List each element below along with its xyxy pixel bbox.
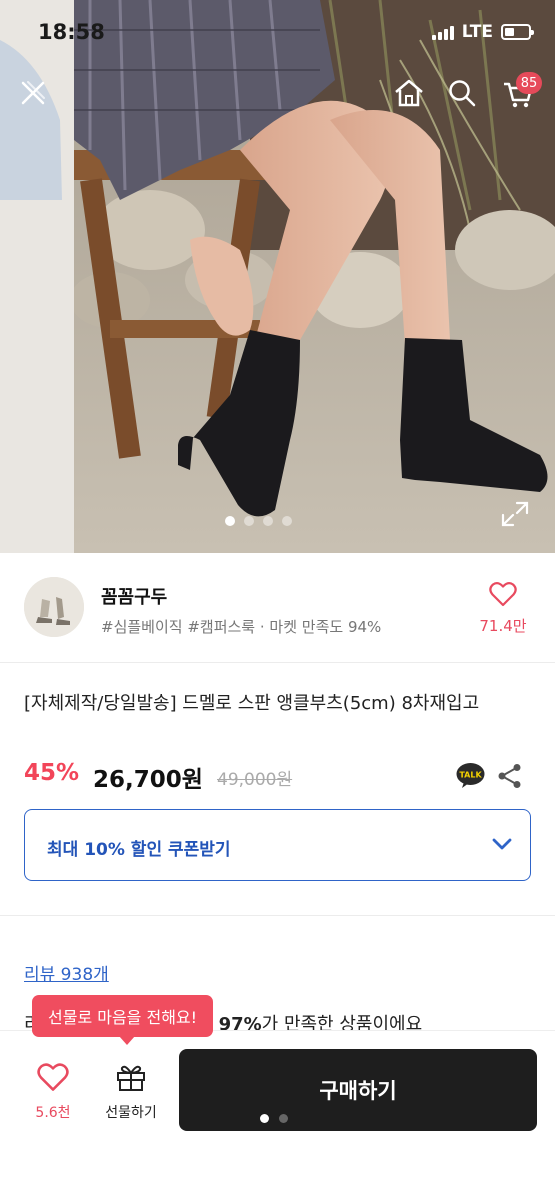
shop-info: 꼼꼼구두 #심플베이직 #캠퍼스룩 · 마켓 만족도 94% 71.4만 (0, 553, 555, 663)
search-button[interactable] (447, 78, 487, 118)
gift-label: 선물하기 (105, 1105, 157, 1121)
shop-like-count: 71.4만 (479, 617, 527, 635)
buy-button[interactable]: 구매하기 (179, 1049, 537, 1131)
shop-avatar[interactable] (24, 577, 84, 637)
gallery-indicator (225, 516, 292, 526)
gallery-dot[interactable] (244, 516, 254, 526)
product-image-gallery[interactable]: 18:58 LTE 85 (0, 0, 555, 553)
expand-icon (501, 501, 529, 527)
svg-text:TALK: TALK (459, 771, 482, 780)
kakao-talk-button[interactable]: TALK (456, 762, 485, 789)
shop-name[interactable]: 꼼꼼구두 (101, 583, 167, 609)
page-dot (279, 1114, 288, 1123)
kakao-talk-icon: TALK (456, 763, 485, 788)
page-dot (260, 1114, 269, 1123)
original-price: 49,000원 (217, 770, 293, 790)
search-icon (449, 80, 476, 107)
shop-tags: #심플베이직 #캠퍼스룩 · 마켓 만족도 94% (101, 618, 382, 636)
product-like-count: 5.6천 (35, 1105, 71, 1121)
shop-logo-image (24, 577, 84, 637)
home-button[interactable] (393, 78, 433, 118)
gift-button[interactable]: 선물하기 (96, 1062, 166, 1122)
close-button[interactable] (18, 78, 58, 118)
review-count-link[interactable]: 리뷰 938개 (24, 960, 109, 985)
gift-tooltip: 선물로 마음을 전해요! (32, 995, 214, 1045)
discount-rate: 45% (24, 760, 80, 786)
signal-icon (431, 24, 454, 40)
coupon-label: 최대 10% 할인 쿠폰받기 (47, 840, 231, 860)
heart-icon (489, 582, 517, 607)
product-title: [자체제작/당일발송] 드멜로 스판 앵클부츠(5cm) 8차재입고 (24, 693, 480, 714)
product-like-button[interactable]: 5.6천 (22, 1062, 84, 1122)
expand-image-button[interactable] (500, 500, 530, 528)
shop-like-button[interactable]: 71.4만 (473, 581, 533, 636)
bottom-page-indicator (260, 1114, 288, 1123)
chevron-down-icon (492, 838, 512, 850)
share-button[interactable] (496, 762, 524, 790)
coupon-button[interactable]: 최대 10% 할인 쿠폰받기 (24, 809, 531, 881)
status-bar: 18:58 LTE (0, 0, 555, 64)
sale-price: 26,700원 (93, 767, 203, 793)
network-label: LTE (461, 22, 493, 42)
share-icon (498, 764, 521, 788)
cart-button[interactable]: 85 (502, 72, 542, 118)
heart-icon (37, 1063, 69, 1091)
gallery-dot[interactable] (263, 516, 273, 526)
gallery-dot[interactable] (225, 516, 235, 526)
gift-icon (117, 1065, 145, 1091)
home-icon (395, 79, 423, 107)
section-divider (0, 915, 555, 916)
status-time: 18:58 (38, 20, 105, 44)
gallery-dot[interactable] (282, 516, 292, 526)
price-row: 45% 26,700원 49,000원 TALK (24, 760, 534, 794)
battery-icon (501, 24, 534, 40)
close-icon (21, 81, 45, 105)
cart-badge: 85 (516, 72, 542, 94)
